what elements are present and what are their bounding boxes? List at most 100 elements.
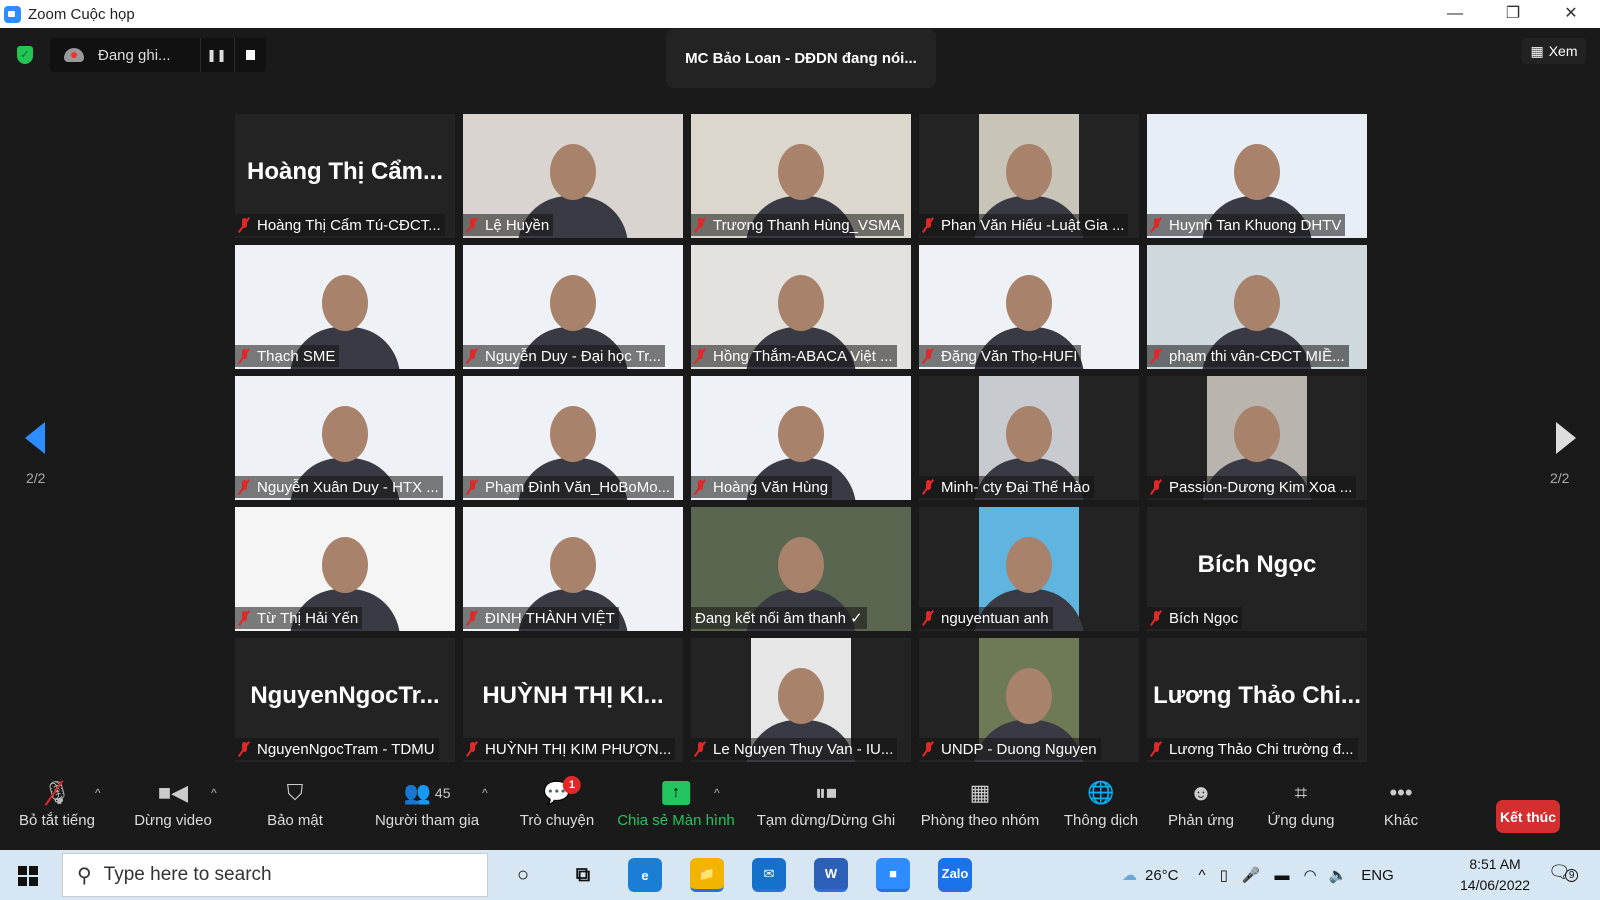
view-button[interactable]: ▦ Xem — [1522, 38, 1586, 64]
participant-tile[interactable]: Hồng Thắm-ABACA Việt ... — [691, 245, 911, 369]
end-meeting-button[interactable]: Kết thúc — [1496, 800, 1560, 833]
notifications-icon[interactable]: 🗨9 — [1548, 862, 1579, 883]
participant-tile[interactable]: ĐINH THÀNH VIỆT — [463, 507, 683, 631]
taskbar-word-icon[interactable]: W — [814, 858, 848, 892]
participant-tile[interactable]: Passion-Dương Kim Xoa ... — [1147, 376, 1367, 500]
mic-muted-icon — [467, 480, 477, 494]
taskbar-search-box[interactable]: ⚲ Type here to search — [62, 853, 488, 897]
participant-tile[interactable]: Bích Ngọc Bích Ngọc — [1147, 507, 1367, 631]
participant-name: Lệ Huyền — [485, 216, 550, 234]
microphone-icon[interactable]: 🎤 — [1242, 866, 1261, 884]
participant-name-label: HUỲNH THỊ KIM PHƯỢN... — [463, 738, 676, 760]
taskbar-mail-icon[interactable]: ✉ — [752, 858, 786, 892]
meet-now-icon[interactable]: ▯ — [1220, 866, 1228, 884]
encryption-shield-icon[interactable]: ✓ — [12, 40, 38, 70]
participant-name-label: Hồng Thắm-ABACA Việt ... — [691, 345, 897, 367]
show-hidden-icons-icon[interactable]: ^ — [1199, 867, 1206, 884]
participant-tile[interactable]: HUỲNH THỊ KI... HUỲNH THỊ KIM PHƯỢN... — [463, 638, 683, 762]
participant-name: Hoàng Thị Cẩm Tú-CĐCT... — [257, 216, 441, 234]
participant-name: Thạch SME — [257, 347, 336, 365]
participant-tile[interactable]: Lương Thảo Chi... Lương Thảo Chi trường đ… — [1147, 638, 1367, 762]
participant-name: Passion-Dương Kim Xoa ... — [1169, 478, 1353, 496]
mic-muted-icon — [695, 349, 705, 363]
taskbar-file-explorer-icon[interactable]: 📁 — [690, 858, 724, 892]
weather-temp[interactable]: 26°C — [1145, 867, 1179, 884]
participant-tile[interactable]: Trương Thanh Hùng_VSMA — [691, 114, 911, 238]
participant-tile[interactable]: Huynh Tan Khuong DHTV — [1147, 114, 1367, 238]
toolbar-button-video-camera[interactable]: ■◀ Dừng video — [134, 780, 212, 850]
participant-tile[interactable]: Phan Văn Hiếu -Luật Gia ... — [919, 114, 1139, 238]
reaction-icon: ☻ — [1189, 780, 1213, 805]
participant-name-label: Lương Thảo Chi trường đ... — [1147, 738, 1358, 760]
participant-tile[interactable]: Hoàng Văn Hùng — [691, 376, 911, 500]
participant-name: Huynh Tan Khuong DHTV — [1169, 216, 1342, 234]
participant-tile[interactable]: nguyentuan anh — [919, 507, 1139, 631]
toolbar-button-mic-muted[interactable]: 🎙 Bỏ tắt tiếng — [19, 780, 95, 850]
participant-tile[interactable]: phạm thi vân-CĐCT MIỀ... — [1147, 245, 1367, 369]
participant-tile[interactable]: Minh- cty Đại Thế Hào — [919, 376, 1139, 500]
minimize-button[interactable]: — — [1426, 0, 1484, 28]
wifi-icon[interactable]: ◠ — [1304, 866, 1317, 884]
zoom-logo-icon — [4, 5, 21, 23]
toolbar-button-more[interactable]: ••• Khác — [1384, 780, 1418, 850]
toolbar-button-reaction[interactable]: ☻ Phản ứng — [1168, 780, 1234, 850]
stop-recording-button[interactable] — [234, 38, 266, 72]
toolbar-button-shield[interactable]: ⛉ Bảo mật — [267, 780, 323, 850]
clock[interactable]: 8:51 AM 14/06/2022 — [1460, 854, 1530, 896]
windows-start-icon[interactable] — [18, 866, 38, 886]
volume-icon[interactable]: 🔈 — [1329, 866, 1348, 884]
participant-name-label: Hoàng Thị Cẩm Tú-CĐCT... — [235, 214, 445, 236]
options-caret-icon[interactable]: ^ — [95, 786, 101, 800]
language-indicator[interactable]: ENG — [1361, 867, 1394, 884]
mic-muted-icon — [467, 218, 477, 232]
close-button[interactable]: ✕ — [1542, 0, 1600, 28]
toolbar-label: Trò chuyện — [519, 812, 595, 829]
toolbar-button-chat[interactable]: 💬 1 Trò chuyện — [519, 776, 595, 850]
participant-name-label: Nguyễn Duy - Đại học Tr... — [463, 345, 665, 367]
next-page-arrow-icon[interactable] — [1556, 422, 1576, 454]
weather-icon[interactable]: ☁ — [1122, 866, 1137, 884]
mic-muted-icon — [1151, 611, 1161, 625]
participant-tile[interactable]: Phạm Đình Văn_HoBoMo... — [463, 376, 683, 500]
apps-icon: ⌗ — [1294, 780, 1308, 805]
options-caret-icon[interactable]: ^ — [714, 786, 720, 800]
toolbar-label: Dừng video — [134, 812, 212, 829]
participant-tile[interactable]: Hoàng Thị Cẩm... Hoàng Thị Cẩm Tú-CĐCT... — [235, 114, 455, 238]
battery-icon[interactable]: ▬ — [1275, 867, 1290, 884]
taskbar-zalo-icon[interactable]: Zalo — [938, 858, 972, 892]
mic-muted-icon — [239, 349, 249, 363]
taskbar-cortana-icon[interactable]: ○ — [506, 858, 540, 892]
participant-name: NguyenNgocTram - TDMU — [257, 740, 435, 758]
participant-tile[interactable]: UNDP - Duong Nguyen — [919, 638, 1139, 762]
mic-muted-icon — [923, 349, 933, 363]
participant-name: Le Nguyen Thuy Van - IU... — [713, 740, 894, 758]
participant-name-card: Lương Thảo Chi... — [1153, 682, 1361, 709]
participant-name-label: nguyentuan anh — [919, 607, 1053, 629]
participant-tile[interactable]: Thạch SME — [235, 245, 455, 369]
toolbar-label: Phòng theo nhóm — [920, 812, 1040, 829]
previous-page-arrow-icon[interactable] — [25, 422, 45, 454]
mic-muted-icon — [695, 742, 705, 756]
taskbar-zoom-icon[interactable]: ■ — [876, 858, 910, 892]
taskbar-edge-icon[interactable]: e — [628, 858, 662, 892]
pause-recording-button[interactable]: ❚❚ — [200, 38, 232, 72]
toolbar-button-breakout-rooms[interactable]: ▦ Phòng theo nhóm — [921, 780, 1039, 850]
toolbar-button-pause-stop-recording[interactable]: ⏸⏹ Tạm dừng/Dừng Ghi — [757, 780, 895, 850]
restore-button[interactable]: ❐ — [1484, 0, 1542, 28]
toolbar-label: Bỏ tắt tiếng — [19, 812, 95, 829]
participant-tile[interactable]: Le Nguyen Thuy Van - IU... — [691, 638, 911, 762]
toolbar-button-participants[interactable]: 👥 45 Người tham gia — [375, 780, 479, 850]
options-caret-icon[interactable]: ^ — [482, 786, 488, 800]
toolbar-button-globe[interactable]: 🌐 Thông dịch — [1064, 780, 1138, 850]
toolbar-button-apps[interactable]: ⌗ Ứng dụng — [1267, 780, 1334, 850]
participant-tile[interactable]: Nguyễn Xuân Duy - HTX ... — [235, 376, 455, 500]
taskbar-task-view-icon[interactable]: ⧉ — [566, 858, 600, 892]
active-speaker-banner: MC Bảo Loan - DĐDN đang nói... — [666, 29, 936, 88]
participant-tile[interactable]: Từ Thị Hải Yến — [235, 507, 455, 631]
participant-tile[interactable]: Nguyễn Duy - Đại học Tr... — [463, 245, 683, 369]
participant-tile[interactable]: Lệ Huyền — [463, 114, 683, 238]
participant-tile[interactable]: NguyenNgocTr... NguyenNgocTram - TDMU — [235, 638, 455, 762]
participant-tile[interactable]: Đặng Văn Thọ-HUFI — [919, 245, 1139, 369]
options-caret-icon[interactable]: ^ — [211, 786, 217, 800]
participant-tile[interactable]: Đang kết nối âm thanh ✓ — [691, 507, 911, 631]
